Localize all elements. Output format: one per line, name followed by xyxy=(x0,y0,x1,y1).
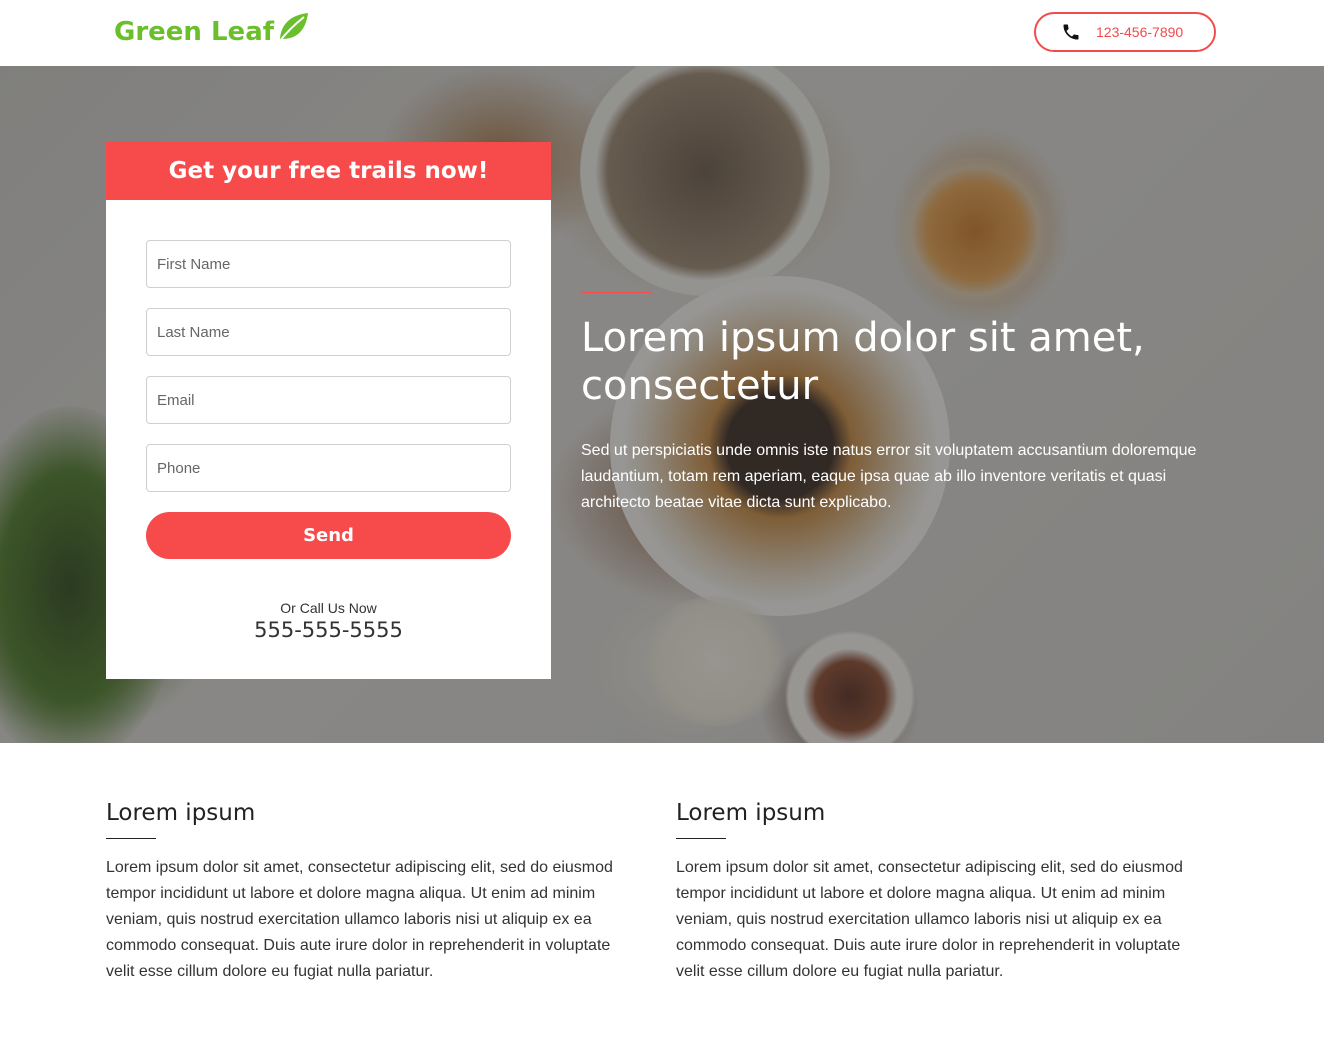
column-divider xyxy=(106,838,156,839)
call-us-number[interactable]: 555-555-5555 xyxy=(106,618,551,642)
phone-icon xyxy=(1060,21,1082,43)
content-column-right: Lorem ipsum Lorem ipsum dolor sit amet, … xyxy=(676,800,1206,985)
content-column-left: Lorem ipsum Lorem ipsum dolor sit amet, … xyxy=(106,800,636,985)
trial-form: Get your free trails now! Send Or Call U… xyxy=(106,142,551,679)
form-header: Get your free trails now! xyxy=(106,142,551,200)
column-body: Lorem ipsum dolor sit amet, consectetur … xyxy=(106,859,613,980)
email-input[interactable] xyxy=(146,376,511,424)
header-phone-button[interactable]: 123-456-7890 xyxy=(1034,12,1216,52)
column-divider xyxy=(676,838,726,839)
column-heading: Lorem ipsum xyxy=(676,800,826,826)
logo-text: Green Leaf xyxy=(114,17,275,47)
phone-input[interactable] xyxy=(146,444,511,492)
send-button[interactable]: Send xyxy=(146,512,511,559)
logo[interactable]: Green Leaf xyxy=(114,12,310,52)
site-header: Green Leaf 123-456-7890 xyxy=(0,0,1324,66)
hero-accent-rule xyxy=(581,292,651,293)
column-body: Lorem ipsum dolor sit amet, consectetur … xyxy=(676,859,1183,980)
hero-description: Sed ut perspiciatis unde omnis iste natu… xyxy=(581,442,1197,511)
call-us-label: Or Call Us Now xyxy=(280,600,377,616)
first-name-input[interactable] xyxy=(146,240,511,288)
header-phone-number: 123-456-7890 xyxy=(1096,24,1184,40)
column-heading: Lorem ipsum xyxy=(106,800,256,826)
form-title: Get your free trails now! xyxy=(168,158,489,184)
leaf-icon xyxy=(276,11,310,48)
hero-title: Lorem ipsum dolor sit amet, consectetur xyxy=(581,315,1145,409)
last-name-input[interactable] xyxy=(146,308,511,356)
